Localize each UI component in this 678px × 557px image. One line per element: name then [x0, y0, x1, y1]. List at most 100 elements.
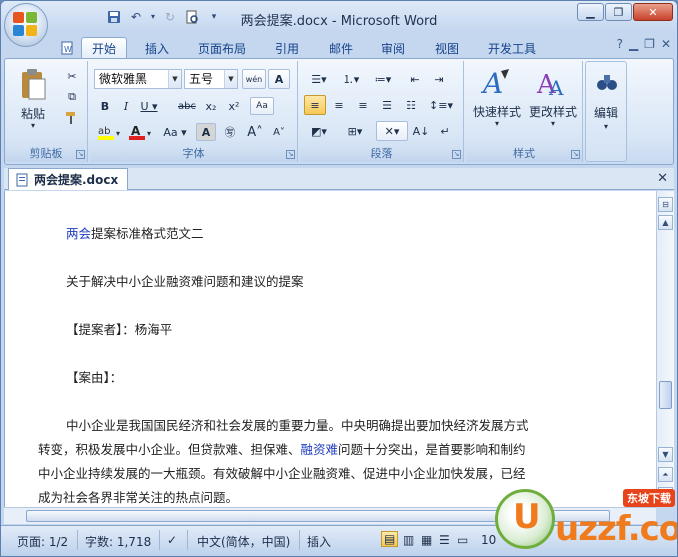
tab-mailings[interactable]: 邮件 [319, 37, 363, 59]
copy-icon[interactable]: ⧉ [63, 88, 81, 106]
font-color-icon[interactable]: A ▾ [128, 123, 154, 141]
language-indicator[interactable]: 中文(简体，中国) [197, 533, 290, 550]
font-launcher-icon[interactable]: ↘ [286, 150, 295, 159]
tab-page-layout[interactable]: 页面布局 [191, 37, 253, 59]
line-spacing-icon[interactable]: ↕≡▾ [426, 95, 456, 115]
proofing-icon[interactable]: ✓ [167, 533, 177, 547]
shrink-font-icon[interactable]: A˅ [268, 123, 290, 141]
word-count[interactable]: 字数: 1,718 [85, 533, 151, 550]
draft-icon[interactable]: ▭ [457, 533, 468, 547]
office-button[interactable] [4, 3, 48, 47]
italic-icon[interactable]: I [117, 97, 135, 115]
minimize-icon[interactable]: ▁ [577, 3, 604, 21]
window-title: 两会提案.docx - Microsoft Word [240, 14, 438, 29]
restore-icon[interactable]: ❐ [605, 3, 632, 21]
quick-styles-dropdown-icon[interactable]: ▾ [468, 119, 526, 128]
editing-group: 编辑 ▾ [585, 61, 627, 162]
subscript-icon[interactable]: x₂ [201, 97, 221, 115]
styles-launcher-icon[interactable]: ↘ [571, 150, 580, 159]
enclose-characters-icon[interactable]: ㊢ [220, 123, 240, 141]
tab-home[interactable]: 开始 [81, 37, 127, 59]
document-canvas[interactable]: 两会提案标准格式范文二 关于解决中小企业融资难问题和建议的提案 【提案者】：杨海… [4, 191, 656, 507]
ruler-toggle-icon[interactable]: ⊟ [658, 197, 673, 212]
tab-view[interactable]: 视图 [425, 37, 469, 59]
increase-indent-icon[interactable]: ⇥ [428, 69, 450, 89]
binoculars-icon[interactable] [594, 68, 620, 96]
paste-label[interactable]: 粘贴 [13, 105, 53, 122]
word-doc-icon [16, 173, 28, 186]
tab-insert[interactable]: 插入 [135, 37, 179, 59]
print-layout-icon[interactable]: ▤ [381, 531, 399, 547]
vertical-scrollbar[interactable]: ⊟ ▲ ▼ ⏶ ● [656, 191, 674, 507]
tab-review[interactable]: 审阅 [371, 37, 415, 59]
decrease-indent-icon[interactable]: ⇤ [404, 69, 426, 89]
change-styles-label[interactable]: 更改样式 [524, 103, 582, 120]
multilevel-list-icon[interactable]: ≔▾ [368, 69, 398, 89]
ribbon-tabs: W 开始 插入 页面布局 引用 邮件 审阅 视图 开发工具 [1, 33, 677, 59]
paste-icon[interactable] [13, 65, 53, 103]
previous-page-icon[interactable]: ⏶ [658, 467, 673, 482]
align-center-icon[interactable]: ≡ [328, 95, 350, 115]
align-right-icon[interactable]: ≡ [352, 95, 374, 115]
numbering-icon[interactable]: ⒈▾ [336, 69, 366, 89]
help-icon[interactable]: ? [617, 37, 623, 51]
chinese-layout-icon[interactable]: ✕▾ [376, 121, 408, 141]
distributed-icon[interactable]: ☷ [400, 95, 422, 115]
tab-developer[interactable]: 开发工具 [479, 37, 545, 59]
character-shading-icon[interactable]: A [196, 123, 216, 141]
format-painter-icon[interactable] [63, 109, 81, 127]
borders-icon[interactable]: ⊞▾ [340, 121, 370, 141]
insert-mode[interactable]: 插入 [307, 533, 331, 550]
change-styles-icon[interactable]: AA [530, 65, 574, 101]
paste-dropdown-icon[interactable]: ▾ [13, 121, 53, 130]
cut-icon[interactable]: ✂ [63, 67, 81, 85]
web-layout-icon[interactable]: ▦ [421, 533, 432, 547]
close-doc-icon[interactable]: ✕ [661, 37, 671, 51]
close-icon[interactable]: ✕ [657, 171, 668, 186]
bold-icon[interactable]: B [96, 97, 114, 115]
change-styles-dropdown-icon[interactable]: ▾ [524, 119, 582, 128]
grow-font-icon[interactable]: A˄ [244, 123, 266, 141]
strikethrough-icon[interactable]: abc [176, 97, 198, 115]
chevron-down-icon[interactable]: ▼ [168, 70, 181, 88]
phonetic-guide-icon[interactable]: wén [242, 69, 266, 89]
clipboard-launcher-icon[interactable]: ↘ [76, 150, 85, 159]
zoom-level[interactable]: 10 [481, 533, 496, 547]
bullets-icon[interactable]: ☰▾ [304, 69, 334, 89]
divider [187, 530, 188, 550]
underline-icon[interactable]: U ▾ [138, 97, 160, 115]
character-border-icon[interactable]: A [268, 69, 290, 89]
show-marks-icon[interactable]: ↵ [434, 121, 456, 141]
justify-icon[interactable]: ☰ [376, 95, 398, 115]
tab-references[interactable]: 引用 [265, 37, 309, 59]
font-name-value: 微软雅黑 [99, 72, 148, 86]
superscript-icon[interactable]: x² [224, 97, 244, 115]
quick-styles-icon[interactable]: A [474, 65, 518, 101]
paragraph-launcher-icon[interactable]: ↘ [452, 150, 461, 159]
quick-styles-label[interactable]: 快速样式 [468, 103, 526, 120]
scroll-up-icon[interactable]: ▲ [658, 215, 673, 230]
title-bar: ↶ ▾ ↻ ▾ 两会提案.docx - Microsoft Word ▁ ❐ ✕ [1, 1, 677, 33]
highlight-icon[interactable]: ab ▾ [96, 123, 124, 141]
vertical-scroll-thumb[interactable] [659, 381, 672, 409]
font-name-combo[interactable]: 微软雅黑 ▼ [94, 69, 182, 89]
chevron-down-icon[interactable]: ▼ [224, 70, 237, 88]
align-left-icon[interactable]: ≡ [304, 95, 326, 115]
font-size-combo[interactable]: 五号 ▼ [184, 69, 238, 89]
page-indicator[interactable]: 页面: 1/2 [17, 533, 68, 550]
scroll-down-icon[interactable]: ▼ [658, 447, 673, 462]
full-screen-reading-icon[interactable]: ▥ [403, 533, 414, 547]
sort-icon[interactable]: A↓ [410, 121, 432, 141]
restore-doc-icon[interactable]: ❐ [644, 37, 655, 51]
minimize-doc-icon[interactable]: ▁ [629, 37, 638, 51]
paragraph-1-text: 提案标准格式范文二 [91, 226, 204, 241]
close-icon[interactable]: ✕ [633, 3, 673, 21]
editing-label[interactable]: 编辑 [586, 104, 626, 121]
outline-icon[interactable]: ☰ [439, 533, 450, 547]
clear-formatting-icon[interactable]: Aa [250, 97, 274, 115]
word-window: ↶ ▾ ↻ ▾ 两会提案.docx - Microsoft Word ▁ ❐ ✕… [0, 0, 678, 557]
change-case-icon[interactable]: Aa ▾ [160, 123, 190, 141]
shading-icon[interactable]: ◩▾ [304, 121, 334, 141]
document-tab[interactable]: 两会提案.docx [8, 168, 128, 190]
editing-dropdown-icon[interactable]: ▾ [586, 122, 626, 131]
